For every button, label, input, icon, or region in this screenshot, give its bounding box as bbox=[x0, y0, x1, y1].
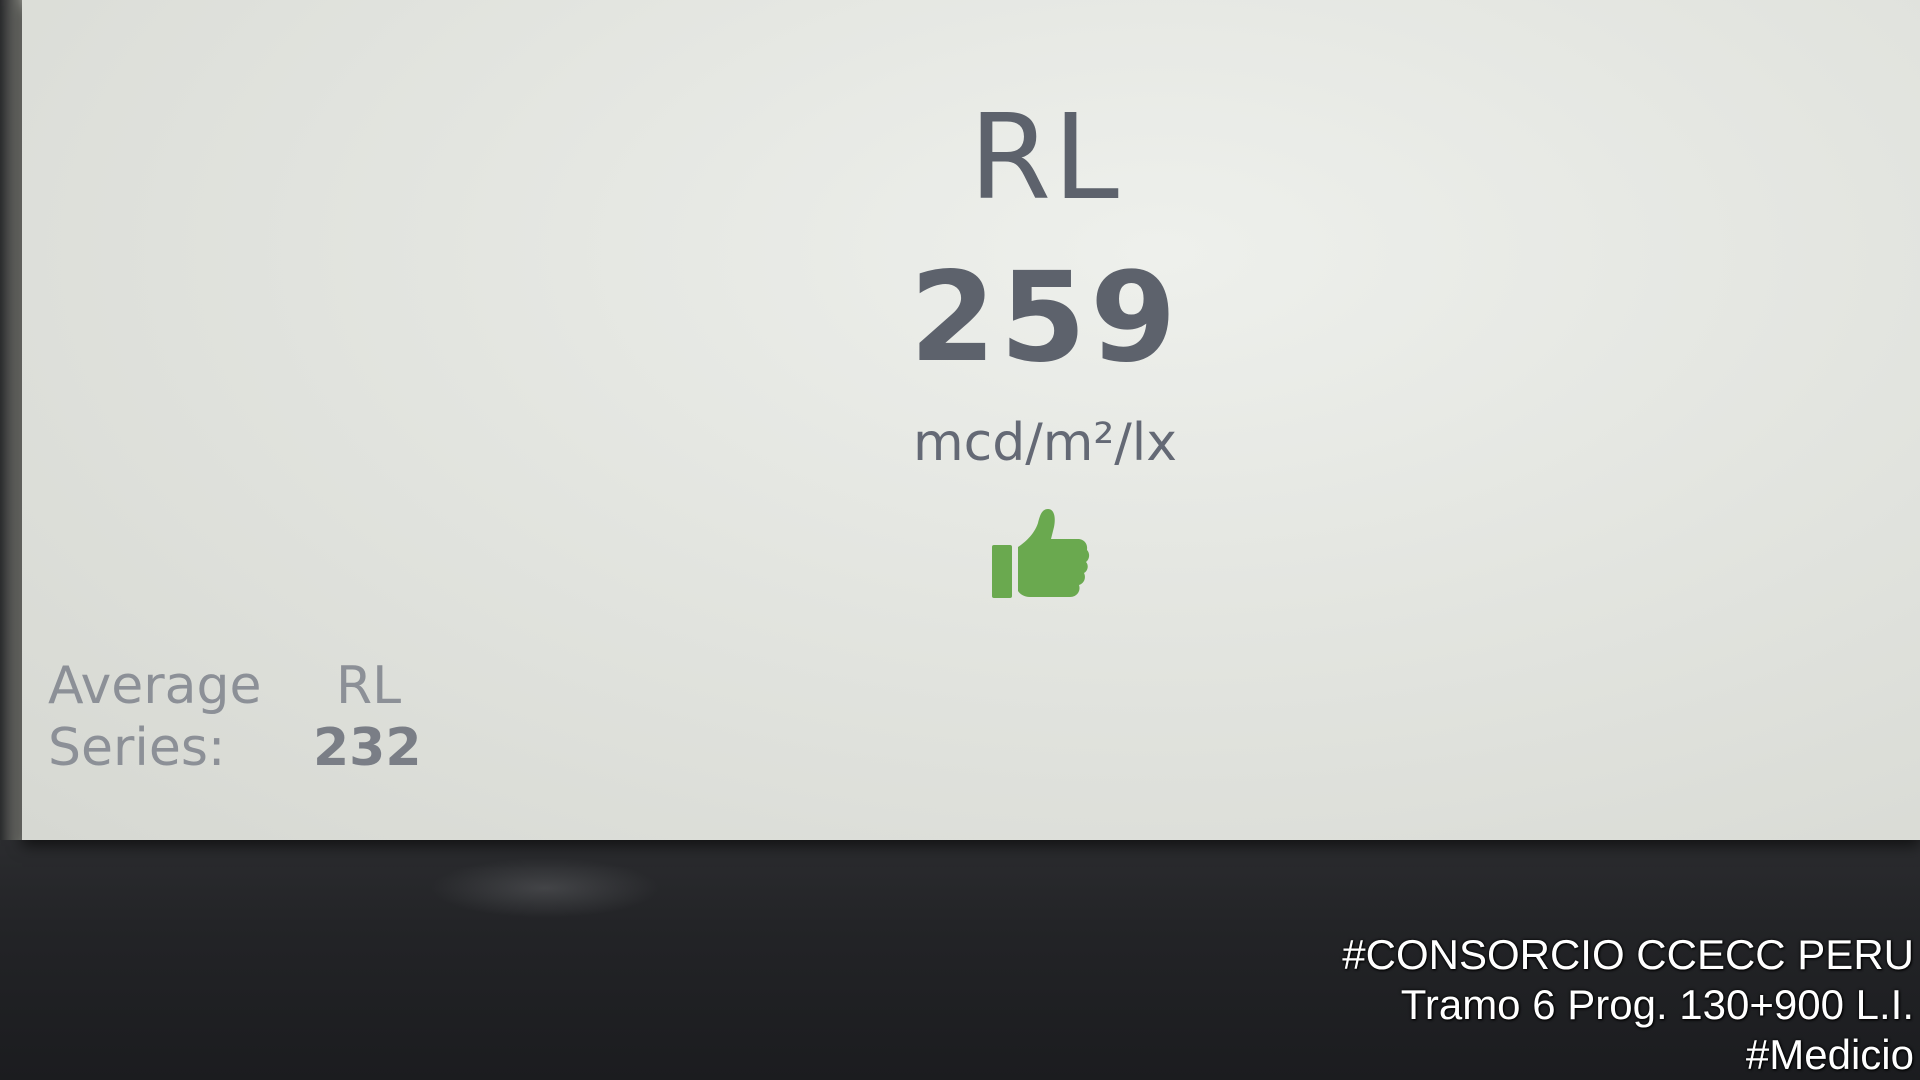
reading-label: RL bbox=[969, 88, 1121, 226]
thumbs-up-icon bbox=[992, 509, 1090, 598]
reading-unit: mcd/m²/lx bbox=[912, 413, 1177, 473]
watermark-line-3: #Medicio bbox=[1745, 1031, 1914, 1078]
series-label: Series: bbox=[48, 718, 226, 778]
reading-value: 259 bbox=[909, 246, 1181, 390]
average-value: 232 bbox=[313, 718, 422, 778]
bezel-glare bbox=[430, 858, 660, 918]
photo-watermark: #CONSORCIO CCECC PERU Tramo 6 Prog. 130+… bbox=[1342, 930, 1914, 1080]
average-label: Average bbox=[48, 656, 262, 716]
watermark-line-1: #CONSORCIO CCECC PERU bbox=[1342, 931, 1914, 978]
watermark-line-2: Tramo 6 Prog. 130+900 L.I. bbox=[1400, 981, 1914, 1028]
average-rl-label: RL bbox=[336, 656, 402, 716]
photo-of-instrument-screen: RL 259 mcd/m²/lx Average RL Series: 232 … bbox=[0, 0, 1920, 1080]
